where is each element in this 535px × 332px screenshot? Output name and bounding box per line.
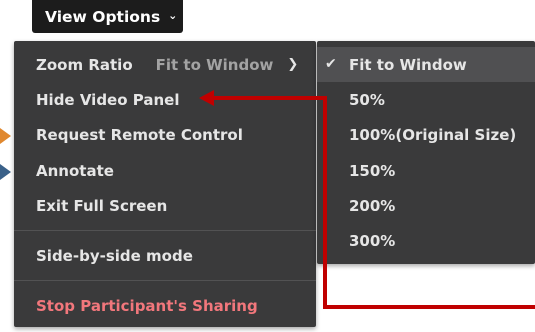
annotation-overlay xyxy=(199,90,535,309)
annotation-arrow-line xyxy=(212,96,535,309)
annotation-arrowhead-icon xyxy=(199,90,214,106)
